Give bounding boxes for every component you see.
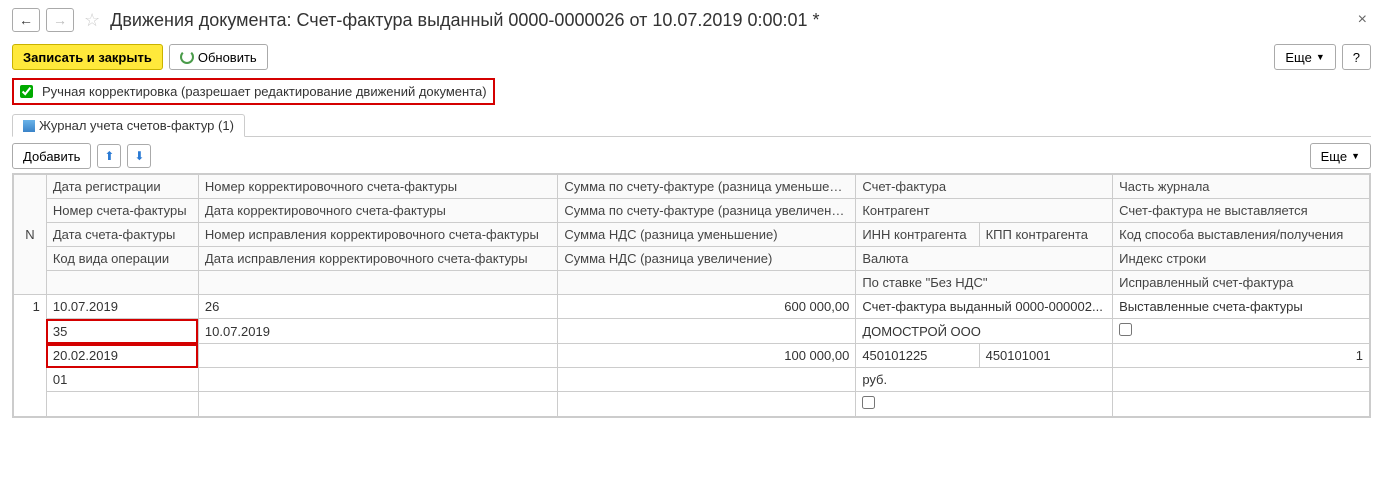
- cell-inv-date[interactable]: 20.02.2019: [46, 344, 198, 368]
- header-vat-dec: Сумма НДС (разница уменьшение): [558, 223, 856, 247]
- cell-counterparty[interactable]: ДОМОСТРОЙ ООО: [856, 319, 1113, 344]
- cell-inv-num[interactable]: 35: [46, 319, 198, 344]
- cell-vat-dec[interactable]: 100 000,00: [558, 344, 856, 368]
- header-kpp: КПП контрагента: [979, 223, 1113, 247]
- table-row[interactable]: 35 10.07.2019 ДОМОСТРОЙ ООО: [14, 319, 1370, 344]
- refresh-label: Обновить: [198, 50, 257, 65]
- move-down-button[interactable]: ⬇: [127, 144, 151, 168]
- table-row[interactable]: 01 руб.: [14, 368, 1370, 392]
- tab-label: Журнал учета счетов-фактур (1): [39, 118, 234, 133]
- cell-op-code[interactable]: 01: [46, 368, 198, 392]
- cell-row-index[interactable]: [1113, 368, 1370, 392]
- manual-correction-label: Ручная корректировка (разрешает редактир…: [42, 84, 487, 99]
- cell-sum-dec[interactable]: 600 000,00: [558, 295, 856, 319]
- cell-corr-fix-num[interactable]: [198, 344, 558, 368]
- help-button[interactable]: ?: [1342, 44, 1371, 70]
- header-currency: Валюта: [856, 247, 1113, 271]
- header-corr-num: Номер корректировочного счета-фактуры: [198, 175, 558, 199]
- cell-no-vat[interactable]: [856, 392, 1113, 417]
- nav-back-button[interactable]: ←: [12, 8, 40, 32]
- cell-invoice[interactable]: Счет-фактура выданный 0000-000002...: [856, 295, 1113, 319]
- header-method-code: Код способа выставления/получения: [1113, 223, 1370, 247]
- more-button[interactable]: Еще ▼: [1274, 44, 1335, 70]
- header-sum-dec: Сумма по счету-фактуре (разница уменьшен…: [558, 175, 856, 199]
- header-row-index: Индекс строки: [1113, 247, 1370, 271]
- page-title: Движения документа: Счет-фактура выданны…: [110, 10, 819, 31]
- cell-corr-num[interactable]: 26: [198, 295, 558, 319]
- cell-vat-inc[interactable]: [558, 368, 856, 392]
- cell-corr-date[interactable]: 10.07.2019: [198, 319, 558, 344]
- favorite-star-icon[interactable]: ☆: [84, 10, 100, 31]
- header-op-code: Код вида операции: [46, 247, 198, 271]
- header-counterparty: Контрагент: [856, 199, 1113, 223]
- header-sum-inc: Сумма по счету-фактуре (разница увеличен…: [558, 199, 856, 223]
- nav-forward-button[interactable]: →: [46, 8, 74, 32]
- cell-currency[interactable]: руб.: [856, 368, 1113, 392]
- header-invoice: Счет-фактура: [856, 175, 1113, 199]
- save-close-button[interactable]: Записать и закрыть: [12, 44, 163, 70]
- header-inn: ИНН контрагента: [856, 223, 979, 247]
- manual-correction-checkbox[interactable]: [20, 85, 33, 98]
- header-corrected-invoice: Исправленный счет-фактура: [1113, 271, 1370, 295]
- header-corr-fix-num: Номер исправления корректировочного счет…: [198, 223, 558, 247]
- cell-not-issued[interactable]: [1113, 319, 1370, 344]
- cell-corrected-invoice[interactable]: [1113, 392, 1370, 417]
- refresh-button[interactable]: Обновить: [169, 44, 268, 70]
- add-button[interactable]: Добавить: [12, 143, 91, 169]
- no-vat-checkbox[interactable]: [862, 396, 875, 409]
- refresh-icon: [180, 50, 194, 64]
- table-row[interactable]: [14, 392, 1370, 417]
- grid-more-button[interactable]: Еще ▼: [1310, 143, 1371, 169]
- cell-journal-part[interactable]: Выставленные счета-фактуры: [1113, 295, 1370, 319]
- header-corr-date: Дата корректировочного счета-фактуры: [198, 199, 558, 223]
- header-inv-num: Номер счета-фактуры: [46, 199, 198, 223]
- move-up-button[interactable]: ⬆: [97, 144, 121, 168]
- cell-corr-fix-date[interactable]: [198, 368, 558, 392]
- header-journal-part: Часть журнала: [1113, 175, 1370, 199]
- grid: N Дата регистрации Номер корректировочно…: [12, 173, 1371, 418]
- cell-n: 1: [14, 295, 47, 417]
- table-row[interactable]: 1 10.07.2019 26 600 000,00 Счет-фактура …: [14, 295, 1370, 319]
- header-inv-date: Дата счета-фактуры: [46, 223, 198, 247]
- header-corr-fix-date: Дата исправления корректировочного счета…: [198, 247, 558, 271]
- close-icon[interactable]: ×: [1354, 11, 1371, 29]
- header-vat-inc: Сумма НДС (разница увеличение): [558, 247, 856, 271]
- header-not-issued: Счет-фактура не выставляется: [1113, 199, 1370, 223]
- header-n: N: [14, 175, 47, 295]
- cell-method-code[interactable]: 1: [1113, 344, 1370, 368]
- cell-inn[interactable]: 450101225: [856, 344, 979, 368]
- table-row[interactable]: 20.02.2019 100 000,00 450101225 45010100…: [14, 344, 1370, 368]
- manual-correction-block: Ручная корректировка (разрешает редактир…: [12, 78, 495, 105]
- journal-icon: [23, 120, 35, 132]
- cell-sum-inc[interactable]: [558, 319, 856, 344]
- header-no-vat: По ставке "Без НДС": [856, 271, 1113, 295]
- tab-invoice-journal[interactable]: Журнал учета счетов-фактур (1): [12, 114, 245, 137]
- cell-kpp[interactable]: 450101001: [979, 344, 1113, 368]
- header-reg-date: Дата регистрации: [46, 175, 198, 199]
- chevron-down-icon: ▼: [1316, 52, 1325, 62]
- not-issued-checkbox[interactable]: [1119, 323, 1132, 336]
- chevron-down-icon: ▼: [1351, 151, 1360, 161]
- cell-reg-date[interactable]: 10.07.2019: [46, 295, 198, 319]
